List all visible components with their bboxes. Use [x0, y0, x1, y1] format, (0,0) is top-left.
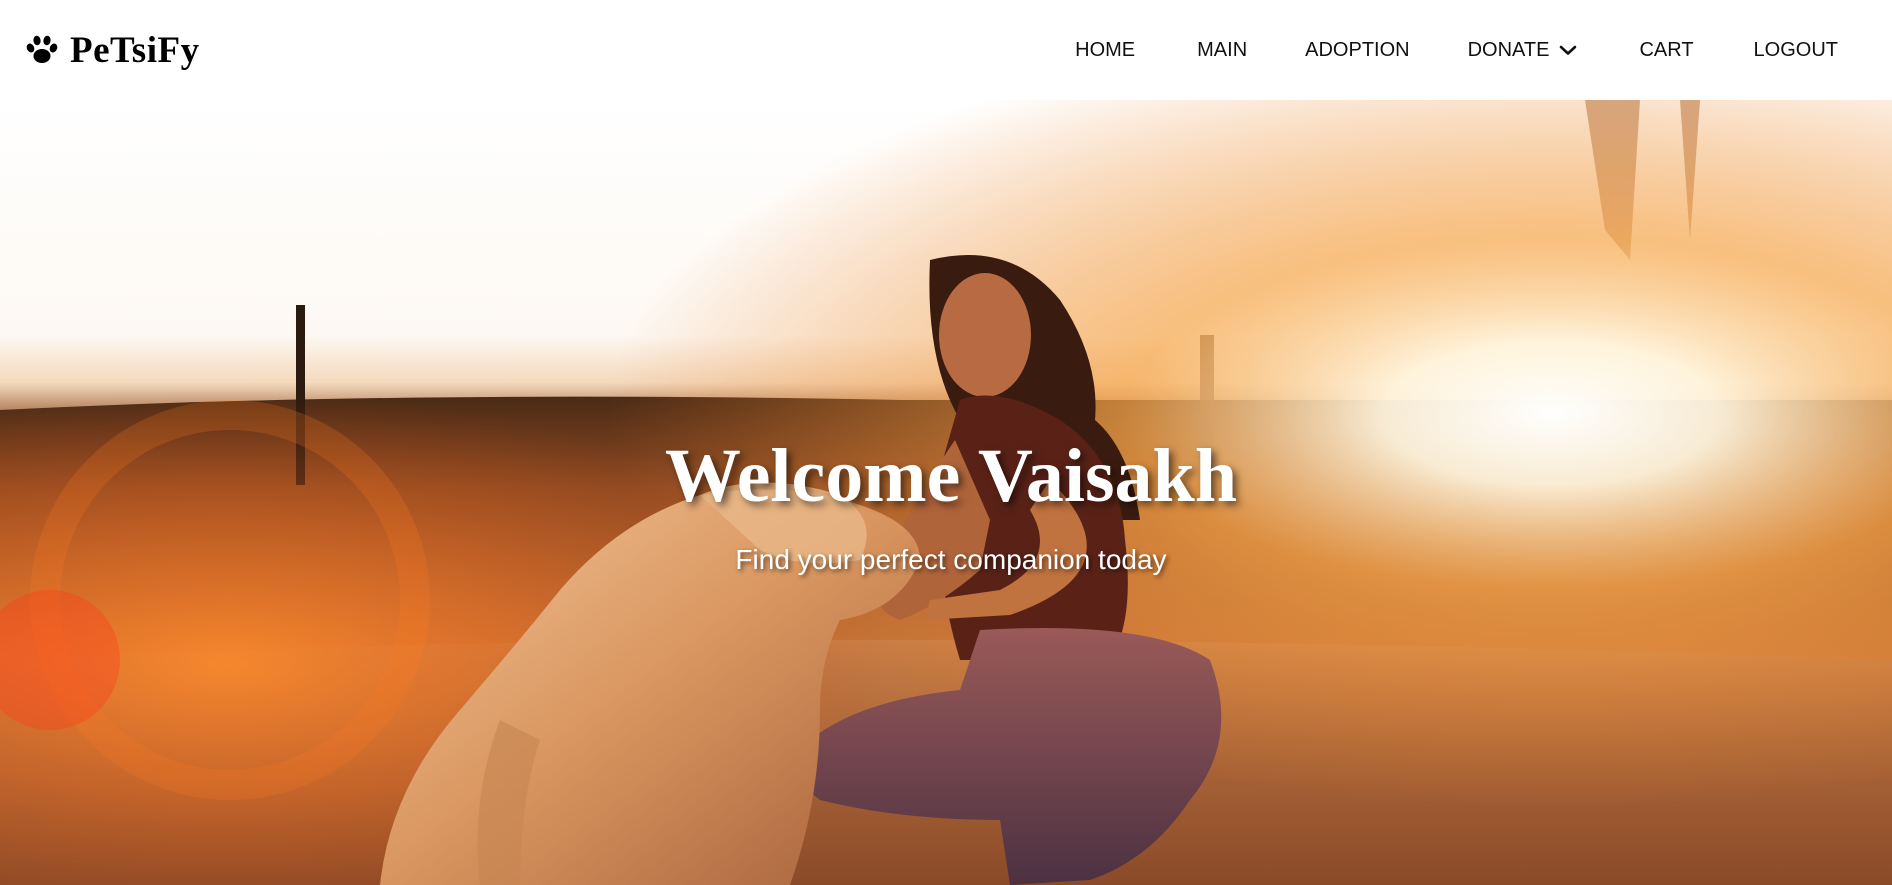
- chevron-down-icon: [1559, 39, 1577, 62]
- nav-main-link[interactable]: MAIN: [1197, 39, 1247, 62]
- hero-section: Welcome Vaisakh Find your perfect compan…: [0, 100, 1892, 885]
- paw-icon: [26, 35, 58, 65]
- nav-logout-link[interactable]: LOGOUT: [1754, 39, 1838, 62]
- hero-title: Welcome Vaisakh: [664, 434, 1238, 518]
- nav-home-link[interactable]: HOME: [1075, 39, 1135, 62]
- navbar: PeTsiFy HOME MAIN ADOPTION DONATE CART L…: [0, 0, 1892, 100]
- main-navigation: HOME MAIN ADOPTION DONATE CART LOGOUT: [1075, 0, 1838, 100]
- nav-cart-link[interactable]: CART: [1639, 39, 1693, 62]
- nav-adoption-link[interactable]: ADOPTION: [1305, 39, 1409, 62]
- brand-name: PeTsiFy: [70, 29, 200, 71]
- nav-donate-dropdown[interactable]: DONATE: [1468, 39, 1578, 62]
- brand-logo-link[interactable]: PeTsiFy: [26, 29, 200, 72]
- nav-donate-label: DONATE: [1467, 38, 1550, 61]
- hero-subtitle: Find your perfect companion today: [735, 544, 1167, 575]
